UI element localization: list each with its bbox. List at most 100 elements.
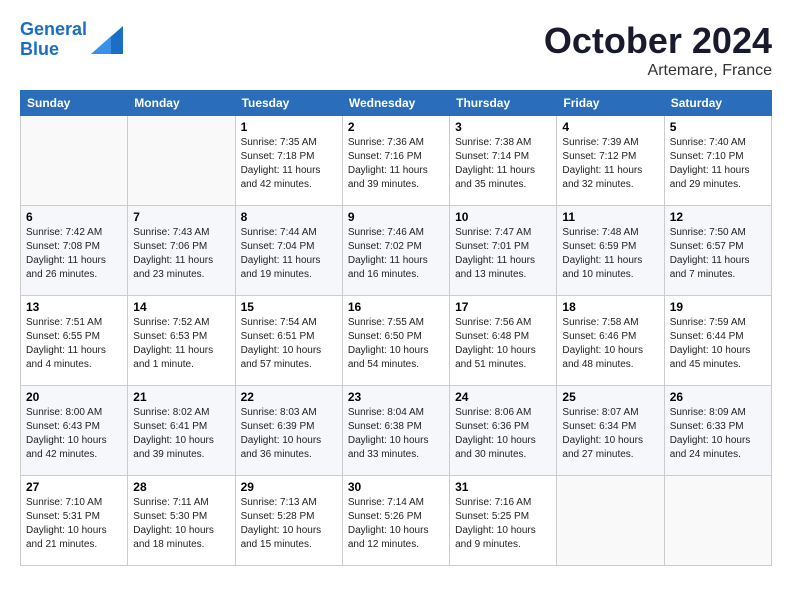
day-header-friday: Friday [557,91,664,116]
calendar-cell: 5Sunrise: 7:40 AMSunset: 7:10 PMDaylight… [664,116,771,206]
month-title: October 2024 Artemare, France [544,20,772,80]
day-header-sunday: Sunday [21,91,128,116]
day-info: Sunrise: 8:00 AMSunset: 6:43 PMDaylight:… [26,406,122,462]
day-info: Sunrise: 8:04 AMSunset: 6:38 PMDaylight:… [348,406,444,462]
calendar-cell: 11 Sunrise: 7:48 AMSunset: 6:59 PMDayligh… [557,206,664,296]
day-info: Sunrise: 8:03 AMSunset: 6:39 PMDaylight:… [241,406,337,462]
calendar-cell: 13 Sunrise: 7:51 AMSunset: 6:55 PMDayligh… [21,296,128,386]
day-number: 30 [348,480,444,494]
day-number: 9 [348,210,444,224]
calendar-cell: 28 Sunrise: 7:11 AMSunset: 5:30 PMDayligh… [128,476,235,566]
calendar-cell: 15Sunrise: 7:54 AMSunset: 6:51 PMDayligh… [235,296,342,386]
day-info: Sunrise: 7:54 AMSunset: 6:51 PMDaylight:… [241,316,337,372]
week-row-3: 13 Sunrise: 7:51 AMSunset: 6:55 PMDayligh… [21,296,772,386]
day-info: Sunrise: 7:38 AMSunset: 7:14 PMDaylight:… [455,136,551,192]
location: Artemare, France [544,62,772,80]
day-number: 6 [26,210,122,224]
day-info: Sunrise: 7:58 AMSunset: 6:46 PMDaylight:… [562,316,658,372]
day-info: Sunrise: 7:42 AMSunset: 7:08 PMDaylight:… [26,226,122,282]
calendar-cell: 26Sunrise: 8:09 AMSunset: 6:33 PMDayligh… [664,386,771,476]
calendar-cell: 24 Sunrise: 8:06 AMSunset: 6:36 PMDayligh… [450,386,557,476]
day-info: Sunrise: 7:48 AMSunset: 6:59 PMDaylight:… [562,226,658,282]
day-number: 7 [133,210,229,224]
week-row-2: 6 Sunrise: 7:42 AMSunset: 7:08 PMDaylight… [21,206,772,296]
day-number: 18 [562,300,658,314]
calendar-cell: 23 Sunrise: 8:04 AMSunset: 6:38 PMDayligh… [342,386,449,476]
calendar-cell: 31Sunrise: 7:16 AMSunset: 5:25 PMDayligh… [450,476,557,566]
calendar-cell: 29 Sunrise: 7:13 AMSunset: 5:28 PMDayligh… [235,476,342,566]
day-info: Sunrise: 7:55 AMSunset: 6:50 PMDaylight:… [348,316,444,372]
logo-text: GeneralBlue [20,20,87,60]
calendar-cell: 6 Sunrise: 7:42 AMSunset: 7:08 PMDaylight… [21,206,128,296]
day-info: Sunrise: 7:13 AMSunset: 5:28 PMDaylight:… [241,496,337,552]
day-number: 8 [241,210,337,224]
day-number: 3 [455,120,551,134]
day-number: 27 [26,480,122,494]
calendar-cell: 17Sunrise: 7:56 AMSunset: 6:48 PMDayligh… [450,296,557,386]
day-info: Sunrise: 7:14 AMSunset: 5:26 PMDaylight:… [348,496,444,552]
day-number: 12 [670,210,766,224]
calendar-cell: 10Sunrise: 7:47 AMSunset: 7:01 PMDayligh… [450,206,557,296]
calendar-cell: 22 Sunrise: 8:03 AMSunset: 6:39 PMDayligh… [235,386,342,476]
calendar-cell: 16 Sunrise: 7:55 AMSunset: 6:50 PMDayligh… [342,296,449,386]
day-header-wednesday: Wednesday [342,91,449,116]
day-info: Sunrise: 7:16 AMSunset: 5:25 PMDaylight:… [455,496,551,552]
calendar-cell: 2 Sunrise: 7:36 AMSunset: 7:16 PMDaylight… [342,116,449,206]
day-header-thursday: Thursday [450,91,557,116]
calendar-cell: 4Sunrise: 7:39 AMSunset: 7:12 PMDaylight… [557,116,664,206]
day-number: 25 [562,390,658,404]
day-number: 17 [455,300,551,314]
day-number: 24 [455,390,551,404]
calendar-cell: 1Sunrise: 7:35 AMSunset: 7:18 PMDaylight… [235,116,342,206]
day-number: 11 [562,210,658,224]
day-number: 22 [241,390,337,404]
calendar-cell: 8 Sunrise: 7:44 AMSunset: 7:04 PMDaylight… [235,206,342,296]
day-number: 28 [133,480,229,494]
calendar-cell [557,476,664,566]
day-info: Sunrise: 7:51 AMSunset: 6:55 PMDaylight:… [26,316,122,372]
calendar-cell: 21Sunrise: 8:02 AMSunset: 6:41 PMDayligh… [128,386,235,476]
calendar-cell: 27 Sunrise: 7:10 AMSunset: 5:31 PMDayligh… [21,476,128,566]
day-header-tuesday: Tuesday [235,91,342,116]
day-info: Sunrise: 8:06 AMSunset: 6:36 PMDaylight:… [455,406,551,462]
calendar-cell [664,476,771,566]
day-info: Sunrise: 7:36 AMSunset: 7:16 PMDaylight:… [348,136,444,192]
day-info: Sunrise: 7:44 AMSunset: 7:04 PMDaylight:… [241,226,337,282]
day-info: Sunrise: 7:39 AMSunset: 7:12 PMDaylight:… [562,136,658,192]
calendar-cell: 18 Sunrise: 7:58 AMSunset: 6:46 PMDayligh… [557,296,664,386]
day-number: 2 [348,120,444,134]
calendar-cell: 12 Sunrise: 7:50 AMSunset: 6:57 PMDayligh… [664,206,771,296]
logo: GeneralBlue [20,20,123,60]
calendar-cell: 14Sunrise: 7:52 AMSunset: 6:53 PMDayligh… [128,296,235,386]
day-number: 1 [241,120,337,134]
day-info: Sunrise: 8:07 AMSunset: 6:34 PMDaylight:… [562,406,658,462]
day-info: Sunrise: 7:40 AMSunset: 7:10 PMDaylight:… [670,136,766,192]
day-number: 10 [455,210,551,224]
day-info: Sunrise: 8:02 AMSunset: 6:41 PMDaylight:… [133,406,229,462]
calendar-cell: 3 Sunrise: 7:38 AMSunset: 7:14 PMDaylight… [450,116,557,206]
month-year: October 2024 [544,20,772,62]
page-header: GeneralBlue October 2024 Artemare, Franc… [20,20,772,80]
day-number: 16 [348,300,444,314]
day-header-monday: Monday [128,91,235,116]
calendar-cell [128,116,235,206]
day-number: 23 [348,390,444,404]
day-info: Sunrise: 7:10 AMSunset: 5:31 PMDaylight:… [26,496,122,552]
day-info: Sunrise: 7:11 AMSunset: 5:30 PMDaylight:… [133,496,229,552]
day-number: 26 [670,390,766,404]
week-row-5: 27 Sunrise: 7:10 AMSunset: 5:31 PMDayligh… [21,476,772,566]
day-number: 13 [26,300,122,314]
day-info: Sunrise: 7:50 AMSunset: 6:57 PMDaylight:… [670,226,766,282]
calendar-cell: 7 Sunrise: 7:43 AMSunset: 7:06 PMDaylight… [128,206,235,296]
day-info: Sunrise: 7:59 AMSunset: 6:44 PMDaylight:… [670,316,766,372]
day-number: 29 [241,480,337,494]
calendar-cell: 30 Sunrise: 7:14 AMSunset: 5:26 PMDayligh… [342,476,449,566]
day-info: Sunrise: 7:52 AMSunset: 6:53 PMDaylight:… [133,316,229,372]
calendar-cell: 25 Sunrise: 8:07 AMSunset: 6:34 PMDayligh… [557,386,664,476]
week-row-1: 1Sunrise: 7:35 AMSunset: 7:18 PMDaylight… [21,116,772,206]
day-info: Sunrise: 7:43 AMSunset: 7:06 PMDaylight:… [133,226,229,282]
calendar-cell [21,116,128,206]
calendar-cell: 9Sunrise: 7:46 AMSunset: 7:02 PMDaylight… [342,206,449,296]
calendar-table: SundayMondayTuesdayWednesdayThursdayFrid… [20,90,772,566]
calendar-cell: 19Sunrise: 7:59 AMSunset: 6:44 PMDayligh… [664,296,771,386]
